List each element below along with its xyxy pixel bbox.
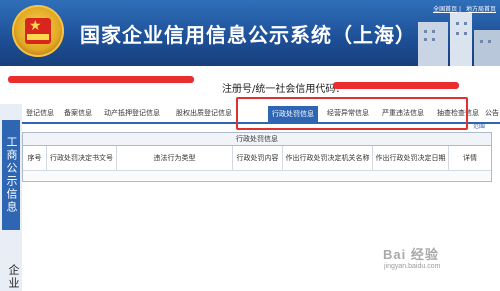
column-header-decision-date: 作出行政处罚决定日期 xyxy=(373,146,449,170)
column-header-details: 详情 xyxy=(463,154,477,162)
sidebar-public-info-tab[interactable]: 工商公示信息 xyxy=(2,120,20,230)
penalty-table: 行政处罚信息 序号 行政处罚决定书文号 违法行为类型 行政处罚内容 作出行政处罚… xyxy=(22,132,492,182)
baidu-watermark: Bai 经验 xyxy=(383,247,439,262)
column-header-authority-name: 作出行政处罚决定机关名称 xyxy=(283,146,373,170)
sidebar-enterprise-tab[interactable]: 企业 xyxy=(2,262,20,291)
tab-announcement[interactable]: 公告 xyxy=(485,108,499,118)
top-links: 全国首页 | 地方局首页 xyxy=(433,6,496,13)
national-emblem-icon: ★ xyxy=(12,5,64,57)
redacted-registration-number xyxy=(333,82,459,89)
column-header-decision-number: 行政处罚决定书文号 xyxy=(47,146,117,170)
tab-registration-info[interactable]: 登记信息 xyxy=(26,108,54,118)
tab-more-label: 范围 xyxy=(472,123,485,130)
tab-abnormal-operation-info[interactable]: 经营异常信息 xyxy=(327,108,369,118)
baidu-watermark-url: jingyan.baidu.com xyxy=(384,263,441,270)
info-tabs: 登记信息 备案信息 动产抵押登记信息 股权出质登记信息 行政处罚信息 经营异常信… xyxy=(22,106,500,124)
building-illustration xyxy=(410,8,500,66)
redacted-company-name xyxy=(8,76,194,83)
tab-administrative-penalty-info[interactable]: 行政处罚信息 xyxy=(268,106,318,122)
site-title: 国家企业信用信息公示系统（上海） xyxy=(80,23,416,47)
local-bureau-home-link[interactable]: 地方局首页 xyxy=(466,6,496,13)
table-caption: 行政处罚信息 xyxy=(23,133,491,146)
tab-serious-violation-info[interactable]: 严重违法信息 xyxy=(382,108,424,118)
column-header-index: 序号 xyxy=(23,146,47,170)
tab-filing-info[interactable]: 备案信息 xyxy=(64,108,92,118)
table-empty-row xyxy=(23,170,491,181)
site-header: ★ 国家企业信用信息公示系统（上海） 全国首页 | 地方局首页 xyxy=(0,0,500,66)
registration-label: 注册号/统一社会信用代码： xyxy=(222,84,346,95)
table-header-row: 序号 行政处罚决定书文号 违法行为类型 行政处罚内容 作出行政处罚决定机关名称 … xyxy=(23,146,491,170)
tab-inspection-info[interactable]: 抽查检查信息 xyxy=(437,108,479,118)
national-home-link[interactable]: 全国首页 xyxy=(433,6,457,13)
tab-equity-pledge-info[interactable]: 股权出质登记信息 xyxy=(176,108,232,118)
tab-chattel-mortgage-info[interactable]: 动产抵押登记信息 xyxy=(104,108,160,118)
column-header-penalty-content: 行政处罚内容 xyxy=(233,146,283,170)
column-header-violation-type: 违法行为类型 xyxy=(117,146,233,170)
